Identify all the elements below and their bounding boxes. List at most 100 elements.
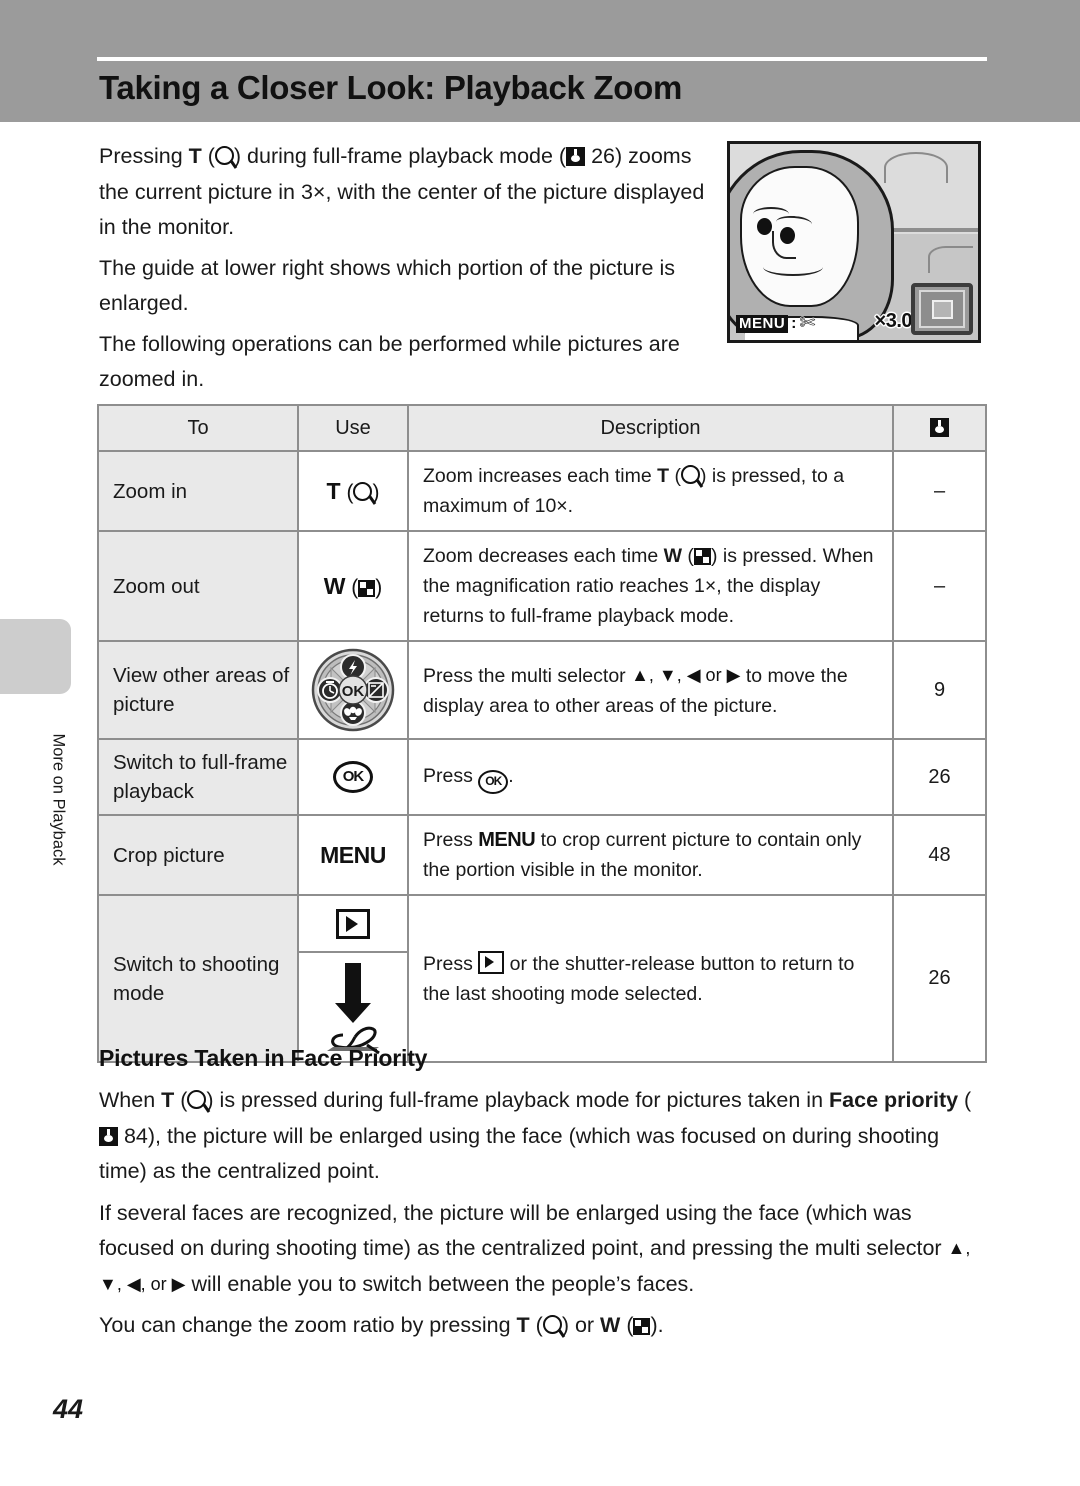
fp-p1-d: ( [958, 1088, 972, 1112]
table-row: Zoom in T () Zoom increases each time T … [97, 450, 987, 532]
fp-p2-a: If several faces are recognized, the pic… [99, 1200, 948, 1261]
fp-p1-a: When [99, 1088, 162, 1112]
row-action-label: Switch to shooting mode [97, 894, 299, 1063]
header-rule [97, 57, 987, 61]
page-title: Taking a Closer Look: Playback Zoom [99, 69, 683, 106]
monitor-rock-shape [928, 245, 974, 274]
face-priority-paragraph-1: When T ( ) is pressed during full-frame p… [99, 1083, 989, 1190]
table-row: Zoom out W () Zoom decreases each time W… [97, 530, 987, 642]
row-control-ok-button: OK [297, 738, 409, 816]
intro-p1-b: ( [201, 144, 215, 168]
row-control-zoom-in: T () [297, 450, 409, 532]
fp-p3-c: ) or [561, 1313, 601, 1337]
zoom-guide-frame [919, 290, 965, 328]
row-action-label: Zoom in [97, 450, 299, 532]
magnify-icon [214, 146, 234, 165]
row-page-reference: 26 [892, 738, 987, 816]
fp-p2-b: will enable you to switch between the pe… [185, 1271, 695, 1296]
t-button-label: T [516, 1313, 530, 1337]
down-arrow-icon [327, 963, 380, 1055]
playback-button-cell [299, 896, 407, 953]
menu-colon: : [791, 315, 797, 332]
table-header-row: To Use Description [97, 404, 987, 452]
row-description: Press the multi selector ▲, ▼, ◀ or ▶ to… [407, 640, 894, 740]
fp-p3-b: ( [529, 1313, 543, 1337]
face-priority-heading: Pictures Taken in Face Priority [99, 1045, 428, 1071]
portrait-face [739, 165, 859, 307]
row-action-label: Switch to full-frame playback [97, 738, 299, 816]
section-tab-label: More on Playback [49, 733, 68, 866]
book-icon [930, 417, 949, 437]
desc-text-a: Zoom decreases each time [423, 545, 664, 567]
page-number: 44 [53, 1394, 84, 1424]
row-page-reference: 48 [892, 814, 987, 896]
row-page-reference: – [892, 530, 987, 642]
fp-p1-page: 84), the picture will be enlarged using … [99, 1123, 940, 1184]
desc-text-a: Press the multi selector [423, 664, 632, 687]
monitor-illustration: MENU : ✄ ×3.0 [727, 141, 981, 343]
w-button-label: W [600, 1313, 621, 1337]
row-action-label: View other areas of picture [97, 640, 299, 740]
magnify-icon [680, 465, 700, 484]
row-description: Press OK. [407, 738, 894, 816]
desc-text-a: Press [423, 829, 479, 851]
menu-button-icon: MENU [478, 829, 536, 851]
row-page-reference: 9 [892, 640, 987, 740]
zoom-guide-viewport [931, 299, 953, 319]
multi-selector-icon: OK [311, 648, 395, 732]
desc-text-b: . [508, 764, 514, 787]
menu-button-icon: MENU [320, 841, 386, 868]
fp-p3-e: ). [650, 1313, 664, 1337]
table-row: Crop picture MENU Press MENU to crop cur… [97, 814, 987, 896]
intro-paragraph-3: The following operations can be performe… [99, 331, 680, 392]
fp-bold-term: Face priority [829, 1088, 959, 1112]
row-action-label: Zoom out [97, 530, 299, 642]
desc-text-a: Press [423, 764, 479, 787]
thumbnail-icon [358, 579, 376, 597]
row-description: Press MENU to crop current picture to co… [407, 814, 894, 896]
intro-p1-c: ) during full-frame playback mode ( [233, 144, 567, 168]
playback-button-icon [336, 908, 370, 939]
t-button-label: T [161, 1088, 175, 1112]
t-button-label: T [326, 477, 341, 504]
table-row: Switch to full-frame playback OK Press O… [97, 738, 987, 816]
row-description: Zoom increases each time T () is pressed… [407, 450, 894, 532]
zoom-ratio-indicator: ×3.0 [874, 310, 913, 332]
row-control-shooting-mode [297, 894, 409, 1063]
magnify-icon [542, 1315, 562, 1334]
magnify-icon [187, 1090, 207, 1109]
menu-label: MENU [736, 315, 789, 333]
portrait-nose [771, 230, 796, 259]
intro-paragraph-1: Pressing T () during full-frame playback… [99, 139, 709, 246]
thumbnail-icon [633, 1318, 651, 1335]
magnify-icon [353, 481, 373, 501]
intro-paragraph-2: The guide at lower right shows which por… [99, 255, 676, 316]
fp-p3-a: You can change the zoom ratio by pressin… [99, 1313, 517, 1337]
row-action-label: Crop picture [97, 814, 299, 896]
desc-text-a: Zoom increases each time [423, 465, 658, 487]
svg-text:OK: OK [342, 683, 365, 700]
portrait-eye-left [756, 218, 772, 236]
intro-text-block: Pressing T () during full-frame playback… [99, 139, 709, 403]
column-header-to: To [97, 404, 299, 452]
row-page-reference: 26 [892, 894, 987, 1063]
table-row: View other areas of picture OK Press the… [97, 640, 987, 740]
table-row: Switch to shooting mode Press or the shu… [97, 894, 987, 1063]
column-header-reference [892, 404, 987, 452]
fp-p3-d: ( [620, 1313, 634, 1337]
row-control-multi-selector: OK [297, 640, 409, 740]
book-icon [566, 147, 586, 166]
column-header-description: Description [407, 404, 894, 452]
multi-selector-arrows: ▲, ▼, ◀ or ▶ [631, 664, 741, 685]
fp-p1-b: ( [174, 1088, 188, 1112]
row-control-menu-button: MENU [297, 814, 409, 896]
monitor-cloud-shape [883, 151, 949, 184]
t-button-label: T [657, 465, 670, 487]
row-description: Zoom decreases each time W () is pressed… [407, 530, 894, 642]
row-control-zoom-out: W () [297, 530, 409, 642]
desc-text-a: Press [423, 952, 479, 975]
portrait-mouth [762, 258, 823, 277]
w-button-label: W [323, 572, 346, 599]
playback-button-icon [478, 950, 505, 974]
fp-p1-c: ) is pressed during full-frame playback … [206, 1088, 830, 1112]
